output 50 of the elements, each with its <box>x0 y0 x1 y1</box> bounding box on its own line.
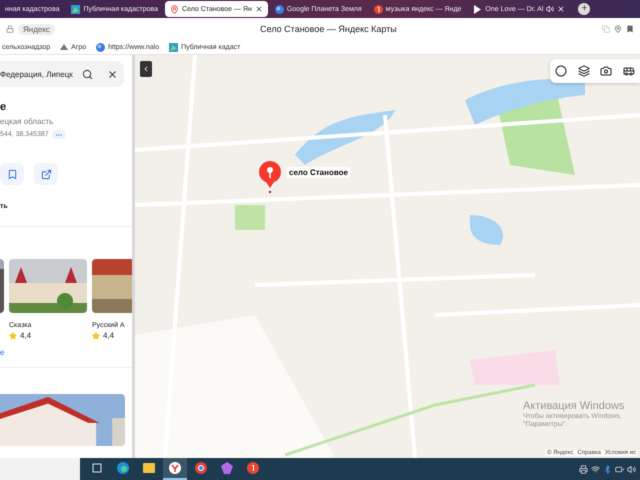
speaker-icon[interactable] <box>627 464 636 474</box>
wifi-icon[interactable] <box>591 464 600 474</box>
map-label[interactable]: село Становое <box>287 167 350 178</box>
activation-notice: Активация Windows <box>523 400 624 412</box>
battery-icon[interactable] <box>615 464 624 474</box>
close-icon[interactable] <box>254 5 263 13</box>
speaker-icon[interactable] <box>546 5 554 13</box>
map-favicon-icon <box>71 4 80 14</box>
bus-icon[interactable] <box>622 65 635 77</box>
browser-icon <box>169 462 181 474</box>
bookmark-icon[interactable] <box>626 25 634 33</box>
layers-icon[interactable] <box>578 65 590 77</box>
rating: 4,4 <box>103 331 114 340</box>
search-field[interactable]: Федерация, Липецк <box>0 61 124 87</box>
close-icon[interactable] <box>107 68 118 80</box>
browser-icon <box>117 462 129 474</box>
browser-icon <box>195 462 207 474</box>
pin-icon <box>170 4 180 14</box>
place-title: е <box>0 101 8 113</box>
folder-icon <box>143 463 155 473</box>
search-icon[interactable] <box>82 68 93 80</box>
new-tab-button[interactable]: + <box>578 3 590 15</box>
share-icon <box>40 168 52 180</box>
play-icon <box>473 4 482 14</box>
bookmark-icon <box>6 168 18 180</box>
star-icon <box>9 332 17 340</box>
globe-icon <box>274 4 284 14</box>
site-chip[interactable]: Яндекс <box>18 24 55 34</box>
share-button[interactable] <box>34 163 58 185</box>
printer-icon[interactable] <box>579 464 588 474</box>
bookmark-button[interactable] <box>0 163 24 185</box>
globe-icon <box>96 42 106 52</box>
chevron-icon <box>142 65 150 73</box>
bluetooth-icon[interactable] <box>603 464 612 474</box>
rating: 4,4 <box>20 331 32 340</box>
location-icon[interactable] <box>614 25 622 33</box>
map-favicon-icon <box>169 42 178 52</box>
camera-icon[interactable] <box>600 65 612 77</box>
gem-icon <box>221 462 233 474</box>
page-title: Село Становое — Яндекс Карты <box>259 24 398 34</box>
taskbar-app[interactable] <box>163 458 187 480</box>
close-icon[interactable] <box>557 5 566 13</box>
place-region: ецкая область <box>0 117 54 126</box>
star-icon <box>92 332 100 340</box>
pin-icon <box>258 160 282 194</box>
more-link[interactable]: е <box>0 348 132 357</box>
more-button[interactable] <box>52 130 66 139</box>
task-view-icon <box>92 463 102 473</box>
collapse-button[interactable] <box>140 61 152 77</box>
lock-icon <box>6 25 14 33</box>
